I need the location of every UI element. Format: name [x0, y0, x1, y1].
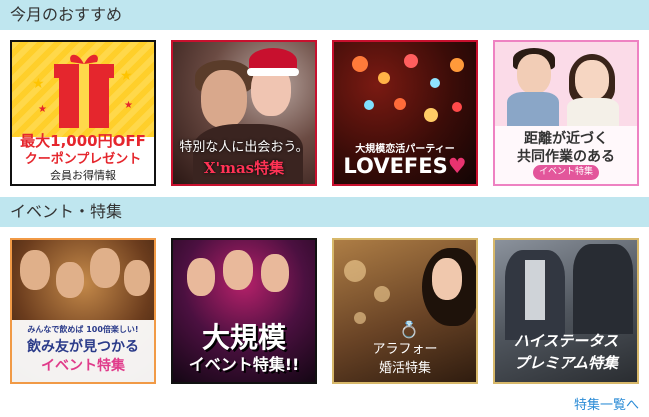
arafo-title: アラフォー	[372, 342, 438, 357]
photo-person	[201, 70, 247, 128]
photo-person	[573, 244, 633, 334]
bokeh-light	[378, 72, 390, 84]
high-status-title: ハイステータス	[513, 332, 619, 350]
photo-person	[124, 260, 150, 296]
photo-person	[56, 262, 84, 298]
bokeh-light	[452, 102, 462, 112]
cooperation-line2: 共同作業のある	[517, 149, 615, 165]
santa-hat-brim	[247, 68, 299, 76]
drinking-title: 飲み友が見つかる	[27, 339, 139, 355]
lovefes-subtitle: 大規模恋活パーティー	[355, 144, 455, 155]
banner-drinking[interactable]: みんなで飲めば 100倍楽しい! 飲み友が見つかる イベント特集	[10, 238, 156, 384]
banner-cooperation[interactable]: 距離が近づく 共同作業のある イベント特集	[493, 40, 639, 186]
bokeh-light	[354, 312, 366, 324]
section-title-events: イベント・特集	[10, 202, 123, 221]
all-features-link[interactable]: 特集一覧へ	[574, 394, 639, 413]
bokeh-light	[364, 100, 374, 110]
photo-person	[575, 60, 609, 100]
photo-person	[432, 258, 462, 300]
star-icon: ★	[124, 100, 133, 111]
star-icon: ★	[120, 68, 133, 84]
high-status-subtitle: プレミアム特集	[514, 354, 618, 372]
photo-person	[20, 250, 50, 290]
drinking-subtitle: イベント特集	[41, 358, 125, 374]
gift-ribbon	[79, 64, 89, 128]
banner-xmas[interactable]: 特別な人に出会おう。 X'mas特集	[171, 40, 317, 186]
bokeh-light	[450, 58, 464, 72]
section-header-monthly: 今月のおすすめ	[0, 0, 649, 30]
banner-big-event[interactable]: 大規模 イベント特集!!	[171, 238, 317, 384]
gift-bow-icon	[70, 54, 98, 64]
bokeh-light	[352, 56, 368, 72]
section-header-events: イベント・特集	[0, 197, 649, 227]
photo-person	[187, 258, 215, 296]
xmas-tagline: 特別な人に出会おう。	[179, 140, 309, 155]
photo-person	[90, 248, 120, 288]
banner-coupon[interactable]: ★ ★ ★ ★ 最大1,000円OFF クーポンプレゼント 会員お得情報	[10, 40, 156, 186]
photo-person	[525, 260, 545, 320]
coupon-caption: 会員お得情報	[50, 169, 116, 182]
heart-icon: ♥	[447, 154, 467, 178]
lovefes-title: LOVEFES♥	[342, 154, 468, 178]
bokeh-light	[404, 54, 418, 68]
cooperation-line1: 距離が近づく	[524, 131, 608, 147]
cooperation-tag: イベント特集	[533, 165, 599, 180]
big-event-subtitle: イベント特集!!	[188, 355, 300, 374]
lovefes-title-text: LOVEFES	[343, 154, 448, 178]
ring-icon: 💍	[399, 320, 419, 339]
arafo-subtitle: 婚活特集	[378, 361, 431, 376]
section-title-monthly: 今月のおすすめ	[10, 5, 123, 24]
drinking-tagline: みんなで飲めば 100倍楽しい!	[27, 325, 139, 334]
photo-person	[261, 254, 289, 292]
photo-person	[567, 98, 619, 128]
coupon-subtitle: クーポンプレゼント	[24, 152, 142, 167]
bokeh-light	[430, 78, 440, 88]
banner-arafo[interactable]: 💍 アラフォー 婚活特集	[332, 238, 478, 384]
bokeh-light	[344, 260, 366, 282]
star-icon: ★	[38, 104, 47, 115]
bokeh-light	[394, 98, 406, 110]
photo-person	[507, 92, 559, 126]
star-icon: ★	[32, 76, 45, 92]
photo-person	[223, 250, 253, 290]
banner-lovefes[interactable]: 大規模恋活パーティー LOVEFES♥	[332, 40, 478, 186]
photo-person	[517, 54, 551, 94]
banner-high-status[interactable]: ハイステータス プレミアム特集	[493, 238, 639, 384]
bokeh-light	[374, 286, 390, 302]
xmas-title: X'mas特集	[203, 159, 285, 177]
bokeh-light	[424, 108, 438, 122]
big-event-title: 大規模	[201, 321, 286, 354]
